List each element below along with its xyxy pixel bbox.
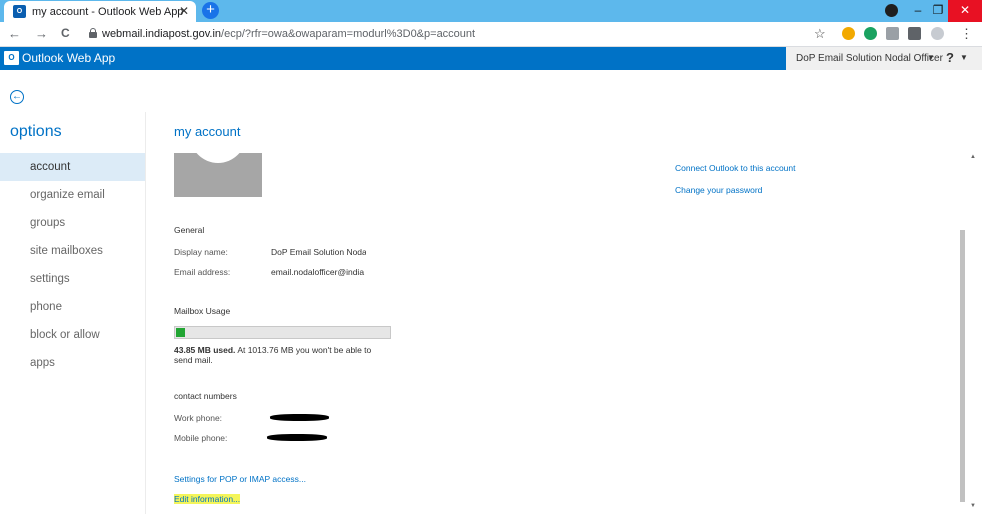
close-window-button[interactable]: ✕	[948, 0, 982, 22]
change-password-link[interactable]: Change your password	[675, 185, 762, 195]
nav-item-block-or-allow[interactable]: block or allow	[0, 321, 145, 349]
edit-information-link[interactable]: Edit information...	[174, 494, 241, 504]
nav-item-apps[interactable]: apps	[0, 349, 145, 377]
user-menu-chevron-icon[interactable]: ▼	[927, 53, 935, 62]
nav-item-account[interactable]: account	[0, 153, 145, 181]
browser-menu-icon[interactable]: ⋮	[960, 26, 973, 42]
contact-numbers-heading: contact numbers	[174, 391, 237, 401]
bookmark-star-icon[interactable]: ☆	[814, 26, 826, 42]
cast-icon[interactable]	[886, 27, 899, 40]
connect-outlook-link[interactable]: Connect Outlook to this account	[675, 163, 796, 173]
avatar[interactable]	[174, 153, 262, 197]
mobile-phone-label: Mobile phone:	[174, 433, 228, 443]
help-icon[interactable]: ?	[946, 50, 954, 65]
nav-item-site-mailboxes[interactable]: site mailboxes	[0, 237, 145, 265]
mailbox-usage-text: 43.85 MB used. At 1013.76 MB you won't b…	[174, 345, 372, 365]
address-bar[interactable]: webmail.indiapost.gov.in/ecp/?rfr=owa&ow…	[86, 25, 816, 44]
browser-toolbar: ← → C webmail.indiapost.gov.in/ecp/?rfr=…	[0, 22, 982, 47]
mailbox-usage-fill	[176, 328, 185, 337]
grammarly-icon[interactable]	[864, 27, 877, 40]
url-text: webmail.indiapost.gov.in/ecp/?rfr=owa&ow…	[102, 28, 476, 40]
nav-item-settings[interactable]: settings	[0, 265, 145, 293]
scroll-up-icon[interactable]: ▲	[970, 154, 976, 160]
browser-tab-strip: O my account - Outlook Web App ✕ + – ❐ ✕	[0, 0, 982, 22]
owa-user-area: DoP Email Solution Nodal Officer ▼ ? ▼	[786, 47, 982, 70]
mobile-phone-redacted	[267, 434, 327, 441]
tab-title: my account - Outlook Web App	[32, 6, 184, 18]
browser-tab[interactable]: O my account - Outlook Web App ✕	[4, 1, 196, 22]
help-chevron-icon[interactable]: ▼	[960, 53, 968, 62]
forward-arrow-icon[interactable]: →	[35, 26, 48, 41]
display-name-label: Display name:	[174, 247, 228, 257]
user-avatar-icon[interactable]	[931, 27, 944, 40]
scroll-thumb[interactable]	[960, 230, 965, 502]
nav-item-groups[interactable]: groups	[0, 209, 145, 237]
maximize-button[interactable]: ❐	[928, 0, 948, 22]
back-arrow-icon[interactable]: ←	[8, 26, 21, 41]
pop-imap-settings-link[interactable]: Settings for POP or IMAP access...	[174, 474, 306, 484]
new-tab-button[interactable]: +	[202, 2, 219, 19]
user-menu[interactable]: DoP Email Solution Nodal Officer	[796, 53, 943, 64]
extension-icon[interactable]	[842, 27, 855, 40]
display-name-value: DoP Email Solution Noda	[271, 247, 366, 257]
tab-close-icon[interactable]: ✕	[179, 4, 189, 18]
work-phone-redacted	[270, 414, 329, 421]
email-address-label: Email address:	[174, 267, 231, 277]
owa-header: O Outlook Web App DoP Email Solution Nod…	[0, 47, 982, 70]
reload-icon[interactable]: C	[61, 26, 70, 40]
page-title: my account	[174, 124, 241, 139]
nav-item-phone[interactable]: phone	[0, 293, 145, 321]
outlook-logo-icon: O	[4, 51, 19, 65]
options-nav: account organize email groups site mailb…	[0, 153, 145, 377]
back-circle-icon[interactable]: ←	[10, 90, 24, 104]
lock-icon[interactable]	[89, 28, 97, 38]
app-title: Outlook Web App	[22, 51, 116, 65]
outlook-favicon-icon: O	[13, 5, 26, 18]
general-heading: General	[174, 225, 205, 235]
scroll-down-icon[interactable]: ▼	[970, 503, 976, 509]
options-title: options	[10, 123, 62, 140]
mailbox-usage-heading: Mailbox Usage	[174, 306, 231, 316]
email-address-value: email.nodalofficer@india	[271, 267, 365, 277]
mailbox-usage-bar	[174, 326, 391, 339]
minimize-button[interactable]: –	[908, 0, 928, 22]
profile-icon[interactable]	[880, 0, 902, 22]
nav-divider	[145, 112, 146, 514]
puzzle-extensions-icon[interactable]	[908, 27, 921, 40]
work-phone-label: Work phone:	[174, 413, 223, 423]
nav-item-organize-email[interactable]: organize email	[0, 181, 145, 209]
